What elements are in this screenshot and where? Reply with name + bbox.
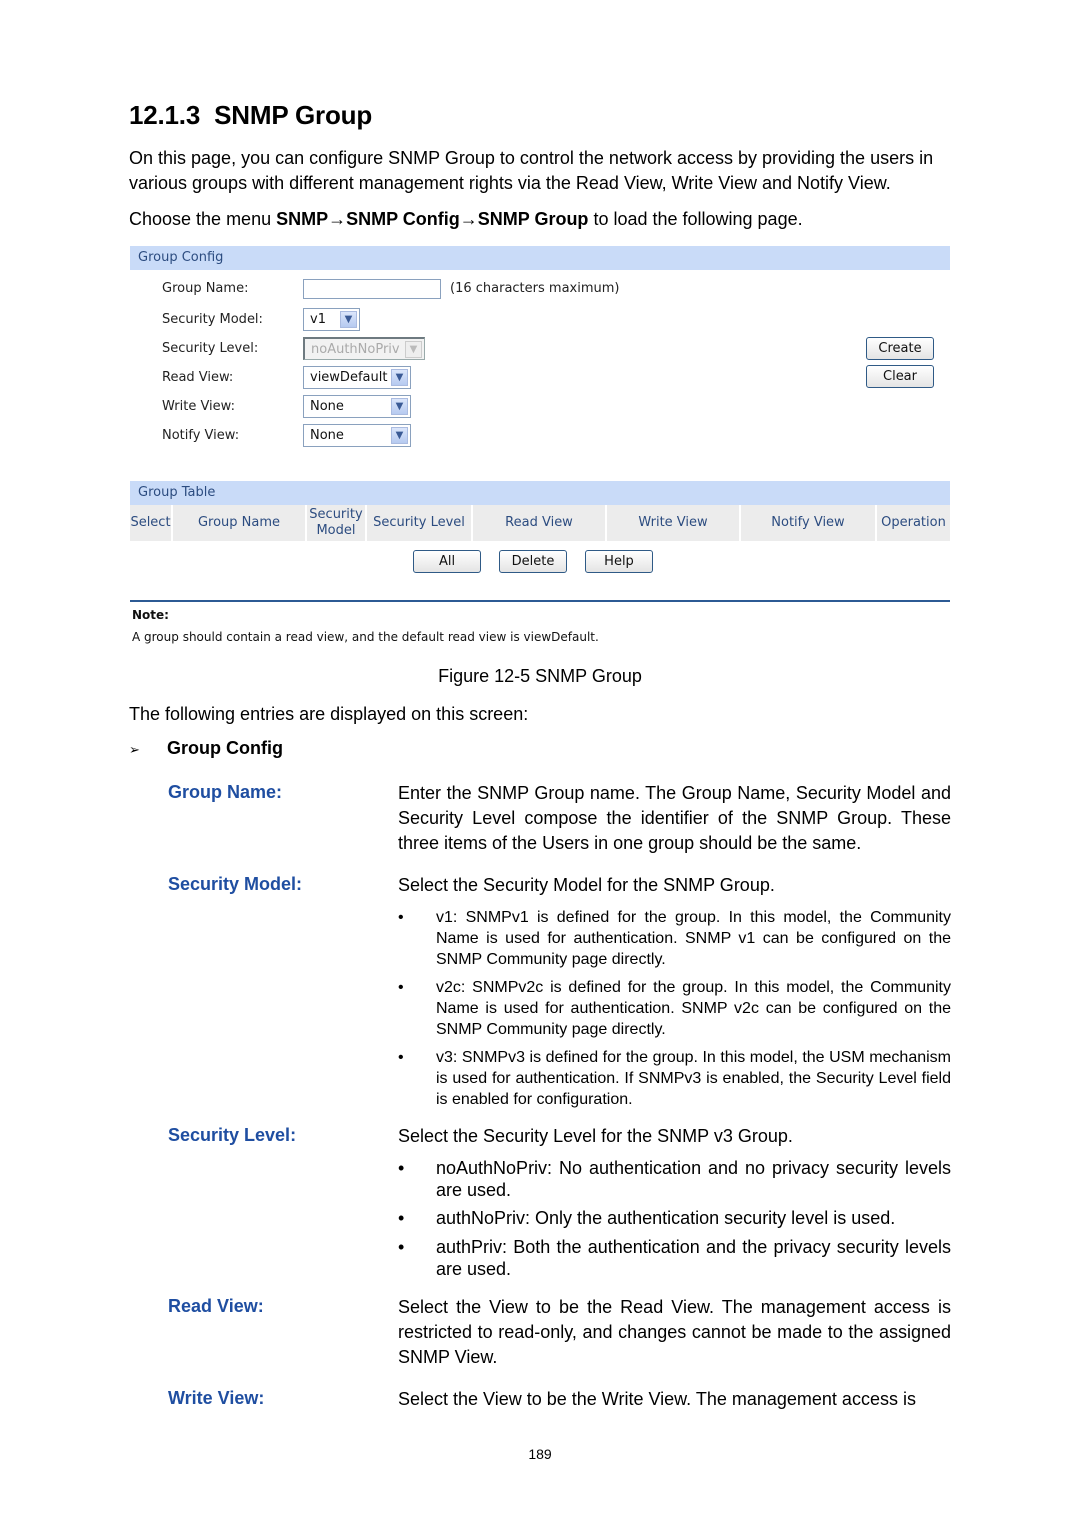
bullet-item: • authPriv: Both the authentication and t… — [398, 1236, 951, 1280]
note-title: Note: — [132, 608, 169, 622]
chevron-down-icon: ▼ — [391, 369, 408, 386]
security-level-label: Security Level: — [162, 341, 259, 356]
read-view-select[interactable]: viewDefault ▼ — [303, 366, 411, 389]
bullet-item: • noAuthNoPriv: No authentication and no … — [398, 1157, 951, 1201]
bullet-icon: • — [398, 1049, 404, 1066]
menu-path: SNMP→SNMP Config→SNMP Group — [276, 209, 589, 229]
group-table-header: Group Table — [130, 481, 950, 505]
bullet-icon: • — [398, 979, 404, 996]
read-view-value: viewDefault — [310, 370, 388, 385]
term-read-view: Read View: — [168, 1296, 264, 1316]
section-title: SNMP Group — [214, 100, 373, 130]
bullet-icon: • — [398, 1237, 405, 1257]
note-text: A group should contain a read view, and … — [132, 630, 599, 644]
chevron-down-icon: ▼ — [391, 398, 408, 415]
security-model-value: v1 — [310, 312, 326, 327]
all-button[interactable]: All — [413, 550, 481, 573]
group-name-label: Group Name: — [162, 281, 249, 296]
snmp-group-screenshot: Group Config Group Name: (16 characters … — [128, 246, 951, 654]
bullet-item: • v3: SNMPv3 is defined for the group. In… — [398, 1047, 951, 1110]
bullet-text: v3: SNMPv3 is defined for the group. In … — [436, 1049, 951, 1108]
help-button[interactable]: Help — [585, 550, 653, 573]
chevron-down-icon: ▼ — [340, 311, 357, 328]
bullet-icon: • — [398, 1208, 405, 1228]
page-number: 189 — [528, 1446, 552, 1462]
desc-security-level: Select the Security Level for the SNMP v… — [398, 1126, 793, 1146]
section-heading: 12.1.3 SNMP Group — [129, 100, 372, 131]
group-name-hint: (16 characters maximum) — [450, 281, 620, 296]
group-config-header: Group Config — [130, 246, 950, 270]
group-table-columns: Select Group Name Security Model Securit… — [130, 505, 950, 541]
column-read-view: Read View — [473, 505, 607, 541]
delete-button[interactable]: Delete — [499, 550, 567, 573]
column-security-model: Security Model — [307, 505, 367, 541]
desc-group-name: Enter the SNMP Group name. The Group Nam… — [398, 783, 951, 853]
bullet-text: authPriv: Both the authentication and th… — [436, 1237, 951, 1279]
bullet-icon: • — [398, 909, 404, 926]
term-security-level: Security Level: — [168, 1125, 297, 1145]
term-write-view: Write View: — [168, 1388, 265, 1408]
bullet-item: • v2c: SNMPv2c is defined for the group. … — [398, 977, 951, 1040]
bullet-text: v1: SNMPv1 is defined for the group. In … — [436, 909, 951, 968]
create-button[interactable]: Create — [866, 337, 934, 360]
column-group-name: Group Name — [173, 505, 307, 541]
intro-paragraph: On this page, you can configure SNMP Gro… — [129, 148, 934, 193]
bullet-text: v2c: SNMPv2c is defined for the group. I… — [436, 979, 951, 1038]
write-view-value: None — [310, 399, 344, 414]
note-divider — [130, 600, 950, 602]
security-level-select: noAuthNoPriv ▼ — [303, 337, 425, 360]
security-level-value: noAuthNoPriv — [311, 342, 400, 357]
security-model-select[interactable]: v1 ▼ — [303, 308, 360, 331]
term-security-model: Security Model: — [168, 874, 303, 894]
group-name-input[interactable] — [303, 279, 441, 299]
notify-view-label: Notify View: — [162, 428, 240, 443]
section-number: 12.1.3 — [129, 100, 201, 130]
read-view-label: Read View: — [162, 370, 234, 385]
write-view-select[interactable]: None ▼ — [303, 395, 411, 418]
column-notify-view: Notify View — [741, 505, 877, 541]
subsection-heading: ➢ Group Config — [129, 738, 283, 759]
desc-security-model: Select the Security Model for the SNMP G… — [398, 875, 775, 895]
menu-path-prefix: Choose the menu — [129, 209, 277, 229]
clear-button[interactable]: Clear — [866, 365, 934, 388]
bullet-item: • v1: SNMPv1 is defined for the group. In… — [398, 907, 951, 970]
menu-path-paragraph: Choose the menu SNMP→SNMP Config→SNMP Gr… — [129, 207, 952, 232]
menu-path-suffix: to load the following page. — [588, 209, 803, 229]
column-security-level: Security Level — [367, 505, 473, 541]
chevron-down-icon: ▼ — [405, 341, 422, 358]
column-select: Select — [130, 505, 173, 541]
bullet-icon: • — [398, 1158, 405, 1178]
chevron-down-icon: ▼ — [391, 427, 408, 444]
notify-view-select[interactable]: None ▼ — [303, 424, 411, 447]
subsection-title: Group Config — [167, 738, 283, 758]
bullet-item: • authNoPriv: Only the authentication sec… — [398, 1207, 951, 1229]
term-group-name: Group Name: — [168, 782, 283, 802]
column-operation: Operation — [881, 515, 946, 530]
write-view-label: Write View: — [162, 399, 235, 414]
bullet-text: noAuthNoPriv: No authentication and no p… — [436, 1158, 951, 1200]
column-write-view: Write View — [607, 505, 741, 541]
desc-write-view: Select the View to be the Write View. Th… — [398, 1389, 916, 1409]
bullet-text: authNoPriv: Only the authentication secu… — [436, 1208, 896, 1228]
entries-intro: The following entries are displayed on t… — [129, 704, 529, 724]
figure-caption: Figure 12-5 SNMP Group — [438, 666, 642, 686]
arrow-bullet-icon: ➢ — [129, 742, 140, 757]
desc-read-view: Select the View to be the Read View. The… — [398, 1297, 951, 1367]
security-model-label: Security Model: — [162, 312, 263, 327]
notify-view-value: None — [310, 428, 344, 443]
